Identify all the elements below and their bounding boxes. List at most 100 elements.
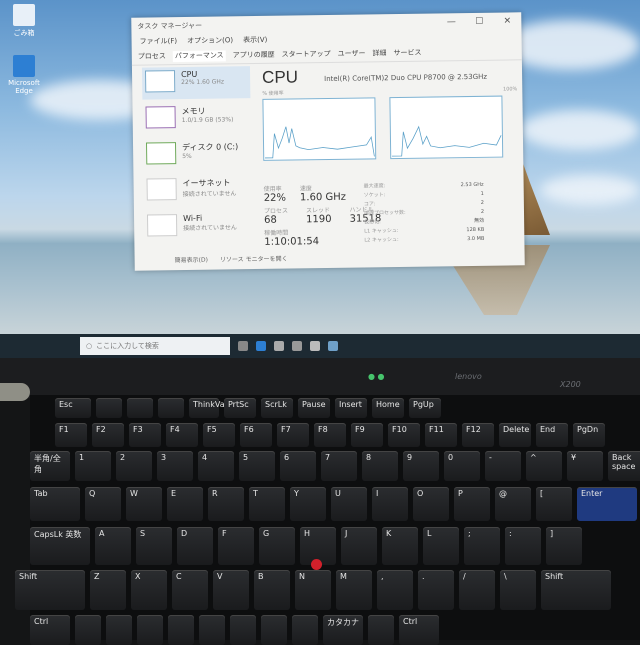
key-f7[interactable]: F7 xyxy=(277,423,309,447)
key-f5[interactable]: F5 xyxy=(203,423,235,447)
key-o[interactable]: O xyxy=(413,487,449,521)
tab-services[interactable]: サービス xyxy=(393,48,421,59)
key-8[interactable]: 8 xyxy=(362,451,398,481)
key--[interactable]: : xyxy=(505,527,541,565)
key-f6[interactable]: F6 xyxy=(240,423,272,447)
key-a[interactable]: A xyxy=(95,527,131,565)
tab-users[interactable]: ユーザー xyxy=(338,48,366,59)
key-1[interactable]: 1 xyxy=(75,451,111,481)
key--[interactable]: ^ xyxy=(526,451,562,481)
key-blank[interactable] xyxy=(158,398,184,418)
key--[interactable]: ] xyxy=(546,527,582,565)
minimize-button[interactable]: — xyxy=(437,17,465,27)
key-z[interactable]: Z xyxy=(90,570,126,610)
trackpoint[interactable] xyxy=(311,559,322,570)
key-blank[interactable] xyxy=(168,615,194,645)
key-blank[interactable] xyxy=(292,615,318,645)
key-delete[interactable]: Delete xyxy=(499,423,531,447)
key-f2[interactable]: F2 xyxy=(92,423,124,447)
resource-memory[interactable]: メモリ 1.0/1.9 GB (53%) xyxy=(142,102,250,136)
desktop-icon-recycle-bin[interactable]: ごみ箱 xyxy=(6,4,42,38)
key-thinkvantage[interactable]: ThinkVantage xyxy=(189,398,248,418)
key-insert[interactable]: Insert xyxy=(335,398,367,418)
key--[interactable]: カタカナ xyxy=(323,615,363,645)
key-w[interactable]: W xyxy=(126,487,162,521)
key-c[interactable]: C xyxy=(172,570,208,610)
key-f8[interactable]: F8 xyxy=(314,423,346,447)
key-blank[interactable] xyxy=(137,615,163,645)
edge-taskbar-icon[interactable] xyxy=(256,341,266,351)
key-r[interactable]: R xyxy=(208,487,244,521)
explorer-icon[interactable] xyxy=(274,341,284,351)
key-blank[interactable] xyxy=(75,615,101,645)
key-b[interactable]: B xyxy=(254,570,290,610)
task-view-icon[interactable] xyxy=(238,341,248,351)
tab-startup[interactable]: スタートアップ xyxy=(282,49,331,61)
key--[interactable]: / xyxy=(459,570,495,610)
key-f9[interactable]: F9 xyxy=(351,423,383,447)
menu-options[interactable]: オプション(O) xyxy=(187,35,233,48)
key-pgdn[interactable]: PgDn xyxy=(573,423,605,447)
resource-disk[interactable]: ディスク 0 (C:) 5% xyxy=(143,138,251,172)
key-j[interactable]: J xyxy=(341,527,377,565)
key--[interactable]: ¥ xyxy=(567,451,603,481)
mail-icon[interactable] xyxy=(310,341,320,351)
key--[interactable]: @ xyxy=(495,487,531,521)
key-ctrl[interactable]: Ctrl xyxy=(30,615,70,645)
key-ctrl[interactable]: Ctrl xyxy=(399,615,439,645)
key-3[interactable]: 3 xyxy=(157,451,193,481)
key-f1[interactable]: F1 xyxy=(55,423,87,447)
key-k[interactable]: K xyxy=(382,527,418,565)
key-u[interactable]: U xyxy=(331,487,367,521)
key-e[interactable]: E xyxy=(167,487,203,521)
key-d[interactable]: D xyxy=(177,527,213,565)
key--[interactable]: 半角/全角 xyxy=(30,451,70,481)
key-9[interactable]: 9 xyxy=(403,451,439,481)
taskbar-search-box[interactable]: ○ ここに入力して検索 xyxy=(80,337,230,355)
key-n[interactable]: N xyxy=(295,570,331,610)
key-blank[interactable] xyxy=(368,615,394,645)
key-2[interactable]: 2 xyxy=(116,451,152,481)
key-end[interactable]: End xyxy=(536,423,568,447)
key-prtsc[interactable]: PrtSc xyxy=(224,398,256,418)
resource-wifi[interactable]: Wi-Fi 接続されていません xyxy=(144,210,252,244)
key-7[interactable]: 7 xyxy=(321,451,357,481)
desktop-icon-edge[interactable]: Microsoft Edge xyxy=(6,55,42,95)
key-s[interactable]: S xyxy=(136,527,172,565)
key-v[interactable]: V xyxy=(213,570,249,610)
resource-cpu[interactable]: CPU 22% 1.60 GHz xyxy=(141,66,251,100)
key-blank[interactable] xyxy=(96,398,122,418)
key-t[interactable]: T xyxy=(249,487,285,521)
key-f3[interactable]: F3 xyxy=(129,423,161,447)
key-f4[interactable]: F4 xyxy=(166,423,198,447)
key--[interactable]: [ xyxy=(536,487,572,521)
key-q[interactable]: Q xyxy=(85,487,121,521)
key-g[interactable]: G xyxy=(259,527,295,565)
key-blank[interactable] xyxy=(230,615,256,645)
key-scrlk[interactable]: ScrLk xyxy=(261,398,293,418)
key-i[interactable]: I xyxy=(372,487,408,521)
resource-ethernet[interactable]: イーサネット 接続されていません xyxy=(143,174,251,208)
key-m[interactable]: M xyxy=(336,570,372,610)
tab-details[interactable]: 詳細 xyxy=(372,48,386,59)
menu-file[interactable]: ファイル(F) xyxy=(140,36,178,49)
key--[interactable]: , xyxy=(377,570,413,610)
key-y[interactable]: Y xyxy=(290,487,326,521)
key-blank[interactable] xyxy=(106,615,132,645)
key-f10[interactable]: F10 xyxy=(388,423,420,447)
key-l[interactable]: L xyxy=(423,527,459,565)
key-capslk-[interactable]: CapsLk 英数 xyxy=(30,527,90,565)
store-icon[interactable] xyxy=(292,341,302,351)
key-f11[interactable]: F11 xyxy=(425,423,457,447)
key-x[interactable]: X xyxy=(131,570,167,610)
key-f12[interactable]: F12 xyxy=(462,423,494,447)
tab-processes[interactable]: プロセス xyxy=(138,51,166,62)
key-blank[interactable] xyxy=(127,398,153,418)
key-0[interactable]: 0 xyxy=(444,451,480,481)
key--[interactable]: ; xyxy=(464,527,500,565)
key-blank[interactable] xyxy=(261,615,287,645)
menu-view[interactable]: 表示(V) xyxy=(243,35,267,47)
key--[interactable]: \ xyxy=(500,570,536,610)
resource-monitor-link[interactable]: リソース モニターを開く xyxy=(220,254,288,264)
key-tab[interactable]: Tab xyxy=(30,487,80,521)
